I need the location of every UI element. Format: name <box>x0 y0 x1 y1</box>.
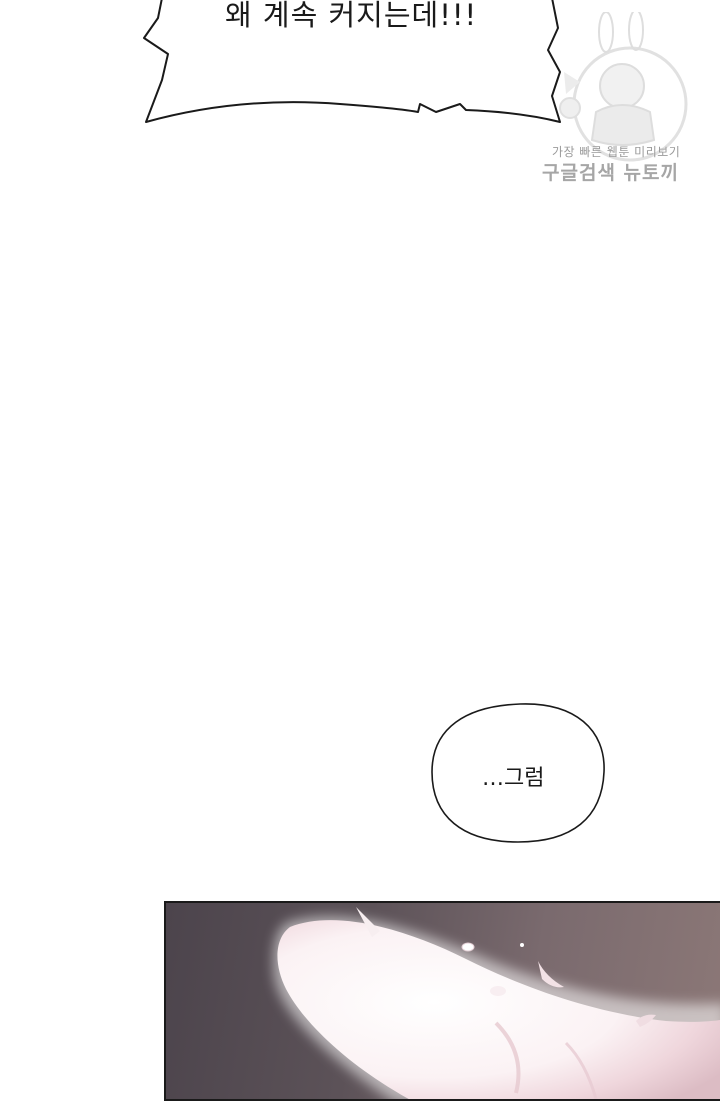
shout-dialogue: 왜 계속 커지는데!!! <box>225 0 478 32</box>
glowing-shape-art <box>273 907 720 1099</box>
reply-dialogue: …그럼 <box>482 766 545 791</box>
comic-panel <box>164 901 720 1101</box>
watermark-title: 구글검색 뉴토끼 <box>542 162 679 184</box>
